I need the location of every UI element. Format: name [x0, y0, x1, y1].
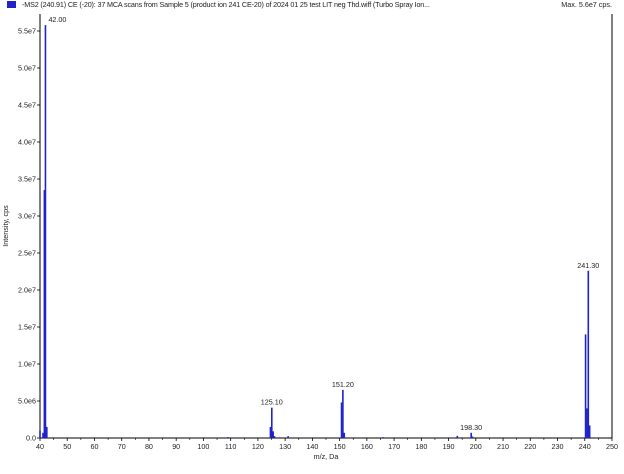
y-tick-label: 4.5e7 [18, 101, 36, 110]
y-tick-label: 5.5e7 [18, 27, 36, 36]
x-tick-label: 130 [279, 442, 291, 451]
peak-labels: 42.00 125.10 151.20 198.30 241.30 [48, 15, 599, 432]
x-tick-label: 50 [63, 442, 71, 451]
x-tick-label: 170 [388, 442, 400, 451]
x-axis-title: m/z, Da [314, 452, 339, 461]
x-tick-label: 150 [334, 442, 346, 451]
chart-axes [39, 14, 613, 439]
x-tick-label: 240 [579, 442, 591, 451]
y-tick-label: 5.0e6 [18, 397, 36, 406]
y-tick-label: 0.0 [26, 434, 36, 443]
x-tick-label: 250 [606, 442, 618, 451]
x-tick-label: 200 [470, 442, 482, 451]
y-tick-label: 1.0e7 [18, 360, 36, 369]
y-tick-label: 1.5e7 [18, 323, 36, 332]
y-tick-label: 2.0e7 [18, 286, 36, 295]
spectrum-peaks [39, 25, 591, 438]
y-tick-label: 5.0e7 [18, 64, 36, 73]
x-tick-label: 80 [145, 442, 153, 451]
x-tick-label: 160 [361, 442, 373, 451]
x-tick-label: 110 [225, 442, 236, 451]
mass-spectrum-chart: 0.0 5.0e6 1.0e7 1.5e7 2.0e7 2.5e7 3.0e7 3.5e7 4.… [1, 14, 618, 461]
x-tick-label: 60 [90, 442, 98, 451]
x-tick-label: 40 [36, 442, 44, 451]
peak-label: 241.30 [577, 261, 599, 270]
x-tick-label: 180 [415, 442, 427, 451]
x-tick-label: 230 [552, 442, 564, 451]
y-tick-label: 3.5e7 [18, 175, 36, 184]
x-tick-label: 70 [118, 442, 126, 451]
peak-label: 151.20 [332, 380, 354, 389]
peak-label: 198.30 [460, 423, 482, 432]
y-tick-label: 4.0e7 [18, 138, 36, 147]
y-tick-label: 3.0e7 [18, 212, 36, 221]
peak-label: 125.10 [261, 398, 283, 407]
y-axis-title: Intensity, cps [1, 205, 10, 247]
x-tick-label: 90 [172, 442, 180, 451]
x-tick-label: 220 [524, 442, 536, 451]
x-tick-label: 210 [497, 442, 509, 451]
x-tick-label: 190 [443, 442, 455, 451]
x-tick-label: 100 [197, 442, 209, 451]
y-axis-ticks: 0.0 5.0e6 1.0e7 1.5e7 2.0e7 2.5e7 3.0e7 3.5e7 4.… [18, 27, 40, 443]
x-tick-label: 140 [306, 442, 318, 451]
x-axis-ticks: 40 50 60 70 80 90 100 110 120 130 140 150 160 170 180 1… [36, 438, 618, 451]
peak-label: 42.00 [48, 15, 66, 24]
y-tick-label: 2.5e7 [18, 249, 36, 258]
x-tick-label: 120 [252, 442, 264, 451]
